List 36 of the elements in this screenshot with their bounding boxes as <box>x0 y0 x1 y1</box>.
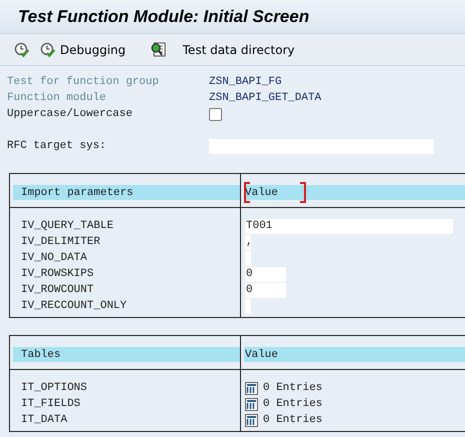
field-label: RFC target sys: <box>7 140 108 152</box>
toolbar-button[interactable]: Debugging <box>38 40 128 60</box>
table-name: IT_OPTIONS <box>21 381 88 396</box>
entry-count: 0 Entries <box>263 382 322 394</box>
entry-count: 0 Entries <box>263 398 322 410</box>
column-header[interactable]: Value <box>244 185 465 200</box>
field-label: Uppercase/Lowercase <box>7 108 134 120</box>
field-value: ZSN_BAPI_GET_DATA <box>209 92 322 104</box>
parameter-name: IV_ROWCOUNT <box>21 283 95 298</box>
parameter-name: IV_NO_DATA <box>21 251 88 266</box>
table-icon[interactable] <box>245 414 258 426</box>
toolbar-button[interactable]: Test data directory <box>148 40 297 60</box>
input-field[interactable]: 0 <box>245 282 286 298</box>
field-value: ZSN_BAPI_FG <box>209 76 282 88</box>
window-title: Test Function Module: Initial Screen <box>18 6 310 26</box>
table-icon[interactable] <box>245 398 258 410</box>
table-icon[interactable] <box>245 382 258 394</box>
clock-check-icon <box>14 42 30 58</box>
column-header: Import parameters <box>13 185 240 200</box>
parameter-name: IV_QUERY_TABLE <box>21 219 114 234</box>
parameter-name: IV_ROWSKIPS <box>21 267 95 282</box>
magnifier-list-icon <box>150 42 167 58</box>
table-name: IT_DATA <box>21 413 68 428</box>
column-header: Tables <box>13 347 240 362</box>
field-label: Function module <box>7 92 108 104</box>
entry-count: 0 Entries <box>263 414 322 426</box>
input-field[interactable]: 0 <box>245 266 286 282</box>
input-field[interactable]: T001 <box>245 218 453 234</box>
table-name: IT_FIELDS <box>21 397 82 412</box>
input-field[interactable]: , <box>245 234 251 250</box>
checkbox[interactable] <box>209 108 222 120</box>
column-header[interactable]: Value <box>244 347 465 362</box>
field-label: Test for function group <box>7 76 160 88</box>
parameter-name: IV_RECCOUNT_ONLY <box>21 299 128 314</box>
parameter-name: IV_DELIMITER <box>21 235 102 250</box>
clock-check-icon <box>40 42 56 58</box>
